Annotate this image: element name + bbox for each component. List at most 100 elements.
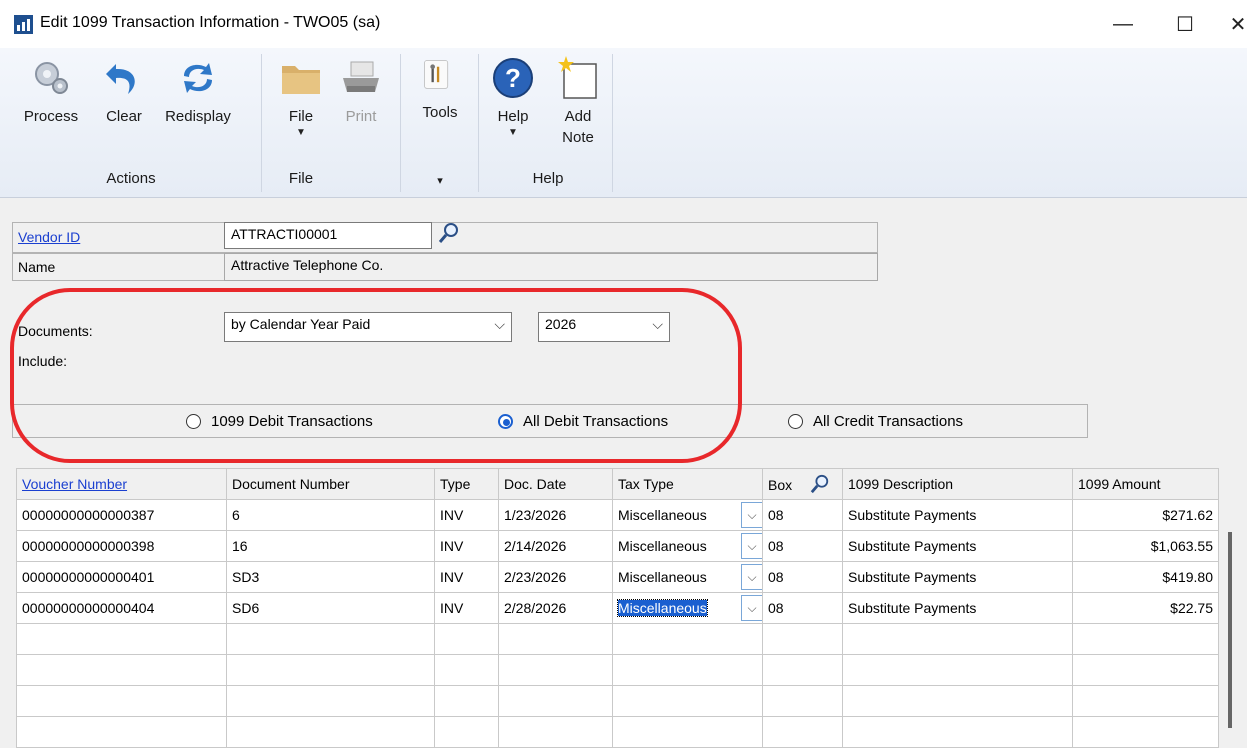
empty-row[interactable] [16,623,1219,655]
maximize-icon[interactable]: ☐ [1162,6,1208,42]
col-header-document-number: Document Number [226,468,435,500]
lookup-icon[interactable] [438,222,460,244]
cell-document[interactable]: SD6 [226,592,435,624]
table-row[interactable]: 00000000000000398 16 INV 2/14/2026 Misce… [16,530,1219,562]
lookup-icon[interactable] [810,474,830,494]
radio-dot-selected [498,414,513,429]
help-button[interactable]: ? Help ▼ [488,56,538,139]
empty-row[interactable] [16,685,1219,717]
group-label-file: File [288,170,314,187]
grid-scrollbar[interactable] [1228,532,1232,728]
chevron-down-icon[interactable]: ⌵ [741,502,762,528]
clear-button[interactable]: Clear [98,56,150,127]
cell-box[interactable]: 08 [762,592,843,624]
add-note-button[interactable]: Add Note [548,56,608,148]
cell-type[interactable]: INV [434,530,499,562]
grid-header-row: Voucher Number Document Number Type Doc.… [16,468,1219,500]
table-row[interactable]: 00000000000000401 SD3 INV 2/23/2026 Misc… [16,561,1219,593]
cell-box[interactable]: 08 [762,499,843,531]
vendor-id-field[interactable]: ATTRACTI00001 [224,222,432,249]
col-header-voucher-number[interactable]: Voucher Number [16,468,227,500]
table-row[interactable]: 00000000000000404 SD6 INV 2/28/2026 Misc… [16,592,1219,624]
empty-row[interactable] [16,654,1219,686]
group-label-actions: Actions [106,170,156,187]
transactions-grid: Voucher Number Document Number Type Doc.… [16,468,1220,748]
ribbon-toolbar: Process Clear Redisplay File ▼ Print Too… [0,48,1247,198]
svg-text:?: ? [505,63,521,93]
name-label: Name [18,259,56,275]
cell-tax-type[interactable]: Miscellaneous ⌵ [612,530,763,562]
cell-voucher[interactable]: 00000000000000398 [16,530,227,562]
redisplay-button[interactable]: Redisplay [158,56,238,127]
chevron-down-icon[interactable]: ⌵ [741,564,762,590]
cell-date[interactable]: 2/28/2026 [498,592,613,624]
ribbon-separator [400,54,401,192]
cell-amount[interactable]: $22.75 [1072,592,1219,624]
cell-date[interactable]: 2/14/2026 [498,530,613,562]
cell-type[interactable]: INV [434,499,499,531]
gears-icon [35,62,68,94]
radio-dot [788,414,803,429]
year-select[interactable]: 2026 ⌵ [538,312,670,342]
empty-row[interactable] [16,716,1219,748]
cell-description[interactable]: Substitute Payments [842,530,1073,562]
vendor-name-field: Attractive Telephone Co. [224,253,878,281]
cell-date[interactable]: 2/23/2026 [498,561,613,593]
folder-icon [282,66,320,94]
chevron-down-icon[interactable]: ⌵ [741,595,762,621]
cell-document[interactable]: 16 [226,530,435,562]
ribbon-separator [261,54,262,192]
file-button[interactable]: File ▼ [276,56,326,139]
tools-group-caret[interactable]: ▾ [420,174,460,187]
tools-icon [424,60,449,89]
group-label-help: Help [532,170,564,187]
cell-type[interactable]: INV [434,561,499,593]
printer-icon [343,61,379,92]
cell-description[interactable]: Substitute Payments [842,499,1073,531]
selected-tax-type: Miscellaneous [617,599,708,617]
refresh-icon [184,63,212,93]
col-header-box: Box [762,468,843,500]
cell-amount[interactable]: $1,063.55 [1072,530,1219,562]
radio-all-debit[interactable]: All Debit Transactions [498,413,668,430]
vendor-id-link[interactable]: Vendor ID [18,229,80,245]
cell-tax-type[interactable]: Miscellaneous ⌵ [612,499,763,531]
tools-button[interactable]: Tools [410,56,470,123]
cell-amount[interactable]: $271.62 [1072,499,1219,531]
cell-tax-type[interactable]: Miscellaneous ⌵ [612,592,763,624]
include-label: Include: [18,353,68,369]
ribbon-separator [478,54,479,192]
chevron-down-icon[interactable]: ⌵ [741,533,762,559]
cell-amount[interactable]: $419.80 [1072,561,1219,593]
cell-document[interactable]: SD3 [226,561,435,593]
chevron-down-icon: ⌵ [494,316,505,332]
radio-1099-debit[interactable]: 1099 Debit Transactions [186,413,373,430]
help-icon: ? [493,58,533,98]
col-header-1099-description: 1099 Description [842,468,1073,500]
documents-label: Documents: [18,323,93,339]
cell-box[interactable]: 08 [762,530,843,562]
col-header-tax-type: Tax Type [612,468,763,500]
documents-select[interactable]: by Calendar Year Paid ⌵ [224,312,512,342]
cell-box[interactable]: 08 [762,561,843,593]
cell-voucher[interactable]: 00000000000000401 [16,561,227,593]
window-title: Edit 1099 Transaction Information - TWO0… [40,14,381,31]
minimize-icon[interactable]: — [1100,6,1146,42]
cell-voucher[interactable]: 00000000000000404 [16,592,227,624]
chevron-down-icon: ⌵ [652,316,663,332]
note-icon [558,56,597,99]
cell-description[interactable]: Substitute Payments [842,592,1073,624]
undo-arrow-icon [106,64,135,94]
print-button[interactable]: Print [336,56,386,127]
table-row[interactable]: 00000000000000387 6 INV 1/23/2026 Miscel… [16,499,1219,531]
cell-type[interactable]: INV [434,592,499,624]
radio-all-credit[interactable]: All Credit Transactions [788,413,963,430]
cell-document[interactable]: 6 [226,499,435,531]
cell-description[interactable]: Substitute Payments [842,561,1073,593]
process-button[interactable]: Process [16,56,86,127]
close-icon[interactable]: ✕ [1215,6,1247,42]
cell-date[interactable]: 1/23/2026 [498,499,613,531]
ribbon-separator [612,54,613,192]
cell-tax-type[interactable]: Miscellaneous ⌵ [612,561,763,593]
cell-voucher[interactable]: 00000000000000387 [16,499,227,531]
